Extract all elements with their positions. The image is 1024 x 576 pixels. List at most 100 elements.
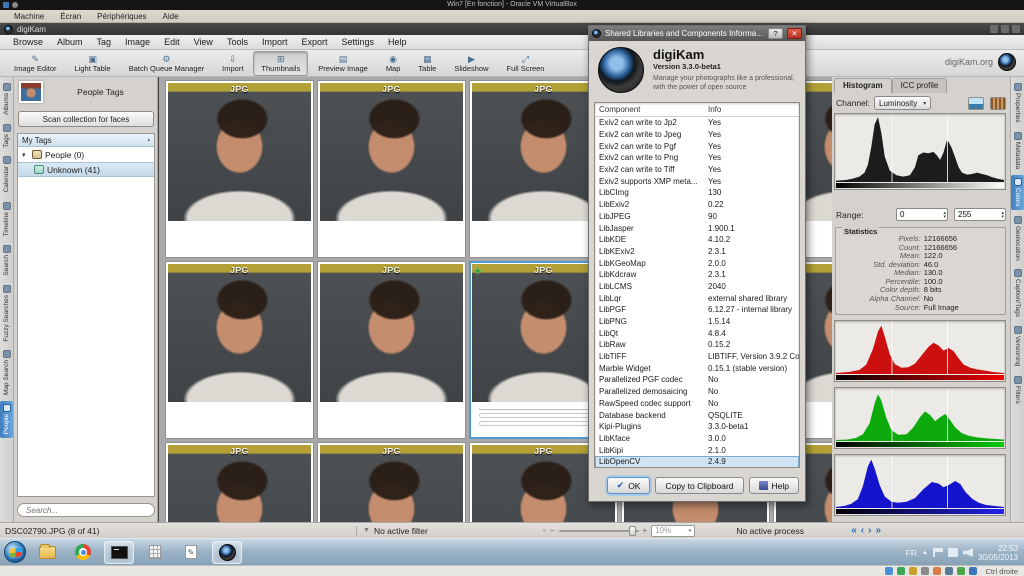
column-component[interactable]: Component <box>595 105 708 114</box>
digikam-org-link[interactable]: digiKam.org <box>945 57 993 67</box>
thumbnail-item[interactable]: JPG <box>165 80 314 258</box>
table-row[interactable]: LibPNG 1.5.14 <box>595 316 799 328</box>
table-row[interactable]: LibJasper 1.900.1 <box>595 222 799 234</box>
range-max-spinbox[interactable]: 255 ▴▾ <box>954 208 1006 221</box>
table-row[interactable]: LibKdcraw 2.3.1 <box>595 269 799 281</box>
thumbnail-item[interactable]: JPG <box>165 442 314 522</box>
sidebar-tab[interactable]: Properties <box>1011 80 1024 126</box>
range-min-spinbox[interactable]: 0 ▴▾ <box>896 208 948 221</box>
tree-item-people[interactable]: ▾ People (0) <box>18 147 154 162</box>
table-row[interactable]: Exiv2 can write to Jpeg Yes <box>595 129 799 141</box>
vbox-menu-item[interactable]: Périphériques <box>89 12 154 21</box>
menu-item[interactable]: Album <box>50 37 90 47</box>
table-row[interactable]: Kipi-Plugins 3.3.0-beta1 <box>595 421 799 433</box>
channel-select[interactable]: Luminosity ▾ <box>874 96 931 110</box>
toolbar-button[interactable]: ⇩ Import <box>214 51 251 76</box>
zoom-out-icon[interactable]: − <box>550 526 555 535</box>
network-icon[interactable] <box>948 548 958 557</box>
taskbar-clock[interactable]: 22:53 30/05/2013 <box>978 544 1022 562</box>
linear-scale-button[interactable] <box>968 97 984 110</box>
toolbar-button[interactable]: ✎ Image Editor <box>6 51 65 76</box>
nav-arrow-button[interactable]: ‹ <box>861 526 864 536</box>
spin-down-icon[interactable]: ▾ <box>1001 215 1004 219</box>
sidebar-tab[interactable]: Search <box>0 242 13 279</box>
zoom-slider-handle[interactable] <box>629 526 636 536</box>
thumbnail-item[interactable]: JPG <box>165 261 314 439</box>
table-row[interactable]: Exiv2 supports XMP meta... Yes <box>595 175 799 187</box>
hidden-icons-chevron[interactable]: ▲ <box>922 550 928 556</box>
sidebar-tab[interactable]: Filters <box>1011 373 1024 407</box>
menu-item[interactable]: Import <box>255 37 295 47</box>
menu-item[interactable]: Edit <box>157 37 187 47</box>
toolbar-button[interactable]: ▣ Light Table <box>67 51 119 76</box>
table-row[interactable]: LibKExiv2 2.3.1 <box>595 246 799 258</box>
sidebar-tab[interactable]: Tags <box>0 121 13 151</box>
dialog-close-button[interactable]: ✕ <box>787 28 802 39</box>
minimize-button[interactable] <box>990 25 998 33</box>
sidebar-tab[interactable]: Timeline <box>0 199 13 239</box>
sidebar-tab[interactable]: Map Search <box>0 347 13 398</box>
tab-icc-profile[interactable]: ICC profile <box>892 78 948 93</box>
table-row[interactable]: LibRaw 0.15.2 <box>595 339 799 351</box>
taskbar-explorer[interactable] <box>32 541 62 564</box>
table-row[interactable]: LibQt 4.8.4 <box>595 327 799 339</box>
vbox-menu-item[interactable]: Machine <box>6 12 52 21</box>
logarithmic-scale-button[interactable] <box>990 97 1006 110</box>
toolbar-button[interactable]: ◉ Map <box>378 51 409 76</box>
start-button[interactable] <box>4 541 26 563</box>
copy-to-clipboard-button[interactable]: Copy to Clipboard <box>655 477 743 494</box>
table-row[interactable]: LibTIFF LIBTIFF, Version 3.9.2 Cop... <box>595 351 799 363</box>
menu-item[interactable]: Browse <box>6 37 50 47</box>
menu-item[interactable]: Export <box>294 37 334 47</box>
sidebar-tab[interactable]: People <box>0 401 13 437</box>
table-row[interactable]: LibOpenCV 2.4.9 <box>595 456 799 468</box>
toolbar-button[interactable]: ▶ Slideshow <box>446 51 496 76</box>
nav-arrow-button[interactable]: « <box>851 526 857 536</box>
expand-caret-icon[interactable]: ▾ <box>22 151 29 159</box>
menu-item[interactable]: Tag <box>90 37 119 47</box>
table-row[interactable]: Parallelized PGF codec No <box>595 374 799 386</box>
zoom-level-select[interactable]: 10% ▾ <box>651 525 695 537</box>
sidebar-tab[interactable]: Albums <box>0 80 13 118</box>
table-row[interactable]: Parallelized demosaicing No <box>595 386 799 398</box>
vbox-menu-item[interactable]: Écran <box>52 12 89 21</box>
menu-item[interactable]: Help <box>381 37 414 47</box>
toolbar-button[interactable]: ⊞ Thumbnails <box>253 51 308 76</box>
ok-button[interactable]: ✔ OK <box>607 477 651 494</box>
taskbar-notepad[interactable]: ✎ <box>176 541 206 564</box>
table-row[interactable]: LibKipi 2.1.0 <box>595 444 799 456</box>
sidebar-tab[interactable]: Fuzzy Searches <box>0 282 13 345</box>
menu-item[interactable]: Tools <box>220 37 255 47</box>
column-info[interactable]: Info <box>708 105 799 114</box>
assign-face-icon[interactable]: ✚ <box>474 266 482 277</box>
sidebar-tab[interactable]: Colors <box>1011 175 1024 210</box>
toolbar-button[interactable]: ⤢ Full Screen <box>499 51 553 76</box>
close-button[interactable] <box>1012 25 1020 33</box>
volume-icon[interactable] <box>963 548 973 557</box>
toolbar-button[interactable]: ▤ Preview Image <box>310 51 376 76</box>
spin-down-icon[interactable]: ▾ <box>943 215 946 219</box>
thumbnail-item[interactable]: JPG <box>317 261 466 439</box>
taskbar-chrome[interactable] <box>68 541 98 564</box>
table-row[interactable]: Database backend QSQLITE <box>595 409 799 421</box>
taskbar-terminal[interactable] <box>104 541 134 564</box>
taskbar-digikam[interactable] <box>212 541 242 564</box>
table-row[interactable]: LibKGeoMap 2.0.0 <box>595 257 799 269</box>
action-center-flag-icon[interactable] <box>933 548 943 557</box>
zoom-slider[interactable] <box>559 526 639 536</box>
dialog-help-button[interactable]: ? <box>768 28 783 39</box>
table-row[interactable]: LibLCMS 2040 <box>595 281 799 293</box>
table-row[interactable]: LibKface 3.0.0 <box>595 433 799 445</box>
thumbnail-item[interactable]: JPG <box>317 442 466 522</box>
fit-window-icon[interactable]: ▫ <box>543 526 546 535</box>
thumbnail-item[interactable]: JPG <box>317 80 466 258</box>
menu-item[interactable]: Image <box>118 37 157 47</box>
vbox-menu-item[interactable]: Aide <box>155 12 187 21</box>
sidebar-tab[interactable]: Versioning <box>1011 323 1024 369</box>
table-row[interactable]: Marble Widget 0.15.1 (stable version) <box>595 362 799 374</box>
table-row[interactable]: Exiv2 can write to Pgf Yes <box>595 140 799 152</box>
language-indicator[interactable]: FR <box>906 548 917 558</box>
maximize-button[interactable] <box>1001 25 1009 33</box>
table-row[interactable]: Exiv2 can write to Tiff Yes <box>595 164 799 176</box>
table-row[interactable]: Exiv2 can write to Png Yes <box>595 152 799 164</box>
